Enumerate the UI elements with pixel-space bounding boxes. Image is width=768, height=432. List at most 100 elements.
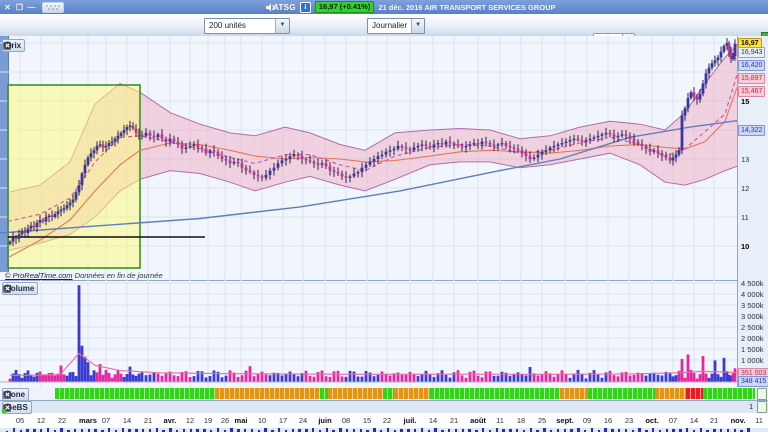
zone-segment-green: [430, 388, 560, 399]
collapsed-strip-tick: [591, 428, 593, 432]
info-icon[interactable]: i: [300, 2, 311, 13]
time-axis-day-label: 14: [123, 416, 131, 425]
collapsed-strip-tick: [421, 428, 423, 432]
collapsed-strip-tick: [47, 428, 49, 432]
zone-row-corner-icon[interactable]: [757, 388, 767, 400]
price-chart-canvas[interactable]: [0, 36, 737, 280]
window-title: 21 déc. 2016 AIR TRANSPORT SERVICES GROU…: [378, 3, 555, 12]
volume-grid: [0, 280, 737, 387]
collapsed-strip-tick: [326, 428, 328, 432]
collapsed-strip-tick: [13, 428, 15, 432]
application-window: ✕ ❐ — ▾ ATSG i 16,97 (+0.41%) 21 déc. 20…: [0, 0, 768, 432]
collapsed-strip-tick: [625, 429, 627, 432]
collapsed-strip-tick: [448, 429, 450, 432]
watermark-note: Données en fin de journée: [73, 271, 163, 280]
collapsed-strip-tick: [156, 428, 158, 432]
collapsed-strip-tick: [339, 428, 341, 432]
collapsed-strip-tick: [60, 428, 62, 432]
collapsed-strip-tick: [373, 428, 375, 432]
keyboard-icon[interactable]: [42, 2, 64, 13]
time-axis-day-label: 15: [363, 416, 371, 425]
zone-segment-orange: [560, 388, 588, 399]
zone-segment-orange: [328, 388, 383, 399]
collapsed-strip-tick: [713, 429, 715, 432]
collapsed-strip-tick: [700, 428, 702, 432]
collapsed-strip-tick: [516, 429, 518, 432]
collapsed-strip-tick: [74, 429, 76, 432]
time-axis-day-label: 18: [517, 416, 525, 425]
collapsed-strip-tick: [278, 428, 280, 432]
volume-tick-label: 2 500k: [741, 323, 764, 332]
time-axis-day-label: 14: [690, 416, 698, 425]
collapsed-strip-tick: [183, 429, 185, 432]
collapsed-strip-tick: [400, 429, 402, 432]
volume-axis-badge: 348 415: [738, 376, 768, 387]
timeframe-dropdown-arrow-icon[interactable]: ▼: [411, 19, 424, 33]
collapsed-strip-tick: [557, 429, 559, 432]
close-panel-icon[interactable]: [3, 284, 12, 293]
timeframe-dropdown-value: Journalier: [368, 19, 411, 33]
time-axis-day-label: 25: [538, 416, 546, 425]
time-axis-day-label: 26: [221, 416, 229, 425]
time-axis-day-label: 09: [583, 416, 591, 425]
time-axis-day-label: 23: [625, 416, 633, 425]
time-axis-month-label: oct.: [645, 416, 658, 425]
price-tick-label: 10: [741, 242, 749, 251]
time-axis-month-label: juil.: [404, 416, 417, 425]
volume-tick-label: 1 000k: [741, 356, 764, 365]
collapsed-strip-tick: [108, 428, 110, 432]
gebs-panel-header: GeBS: [2, 401, 32, 414]
price-axis-badge: 16,420: [738, 60, 765, 71]
price-panel-header: Prix: [2, 39, 25, 52]
zone-segment-green: [55, 388, 215, 399]
time-axis-day-label: 07: [102, 416, 110, 425]
price-axis-badge: 15,467: [738, 86, 765, 97]
price-axis-badge: 14,322: [738, 125, 765, 136]
time-axis-day-label: 19: [204, 416, 212, 425]
zone-segment-orange: [655, 388, 686, 399]
time-axis-day-label: 08: [342, 416, 350, 425]
gebs-row-corner-icon[interactable]: [757, 401, 767, 413]
volume-tick-label: 2 000k: [741, 334, 764, 343]
zone-segment-green: [588, 388, 655, 399]
time-axis-month-label: juin: [318, 416, 331, 425]
last-price-badge: 16,97 (+0.41%): [315, 1, 375, 13]
symbol-label: ATSG: [273, 3, 296, 12]
time-axis-month-label: août: [470, 416, 486, 425]
maximize-window-icon[interactable]: ❐: [15, 3, 24, 12]
chart-toolbar: 200 unités ▼ Journalier ▼ ▼: [0, 14, 768, 37]
collapsed-strip-tick: [251, 429, 253, 432]
price-axis-badge: 16,943: [738, 47, 765, 58]
units-dropdown-arrow-icon[interactable]: ▼: [275, 19, 289, 33]
watermark-link[interactable]: © ProRealTime.com: [5, 271, 73, 280]
time-axis-day-label: 11: [755, 416, 763, 425]
time-axis-day-label: 24: [299, 416, 307, 425]
collapsed-strip-tick: [312, 428, 314, 432]
timeframe-dropdown[interactable]: Journalier ▼: [367, 18, 425, 34]
collapsed-strip-tick: [747, 428, 749, 432]
zone-segment-green: [383, 388, 394, 399]
zone-segment-orange: [215, 388, 320, 399]
collapsed-strip-tick: [26, 429, 28, 432]
volume-chart-canvas[interactable]: [0, 280, 737, 387]
price-axis-badge: 15,897: [738, 73, 765, 84]
units-dropdown[interactable]: 200 unités ▼: [204, 18, 290, 34]
close-panel-icon[interactable]: [3, 390, 12, 399]
collapsed-strip-tick: [577, 428, 579, 432]
time-axis-day-label: 11: [496, 416, 504, 425]
collapsed-strip-tick: [264, 428, 266, 432]
time-axis-day-label: 17: [279, 416, 287, 425]
time-axis-day-label: 22: [58, 416, 66, 425]
collapsed-strip-tick: [543, 428, 545, 432]
zone-segment-orange: [394, 388, 430, 399]
close-window-icon[interactable]: ✕: [3, 3, 12, 12]
time-axis-day-label: 21: [710, 416, 718, 425]
collapsed-strip-tick: [468, 429, 470, 432]
time-axis-month-label: sept.: [556, 416, 574, 425]
speaker-icon[interactable]: [266, 3, 276, 12]
time-axis[interactable]: 051222mars071421avr.121926mai101724juin0…: [0, 413, 768, 429]
collapsed-strip-tick: [360, 429, 362, 432]
close-panel-icon[interactable]: [3, 41, 12, 50]
minimize-window-icon[interactable]: —: [27, 3, 36, 12]
time-axis-day-label: 12: [37, 416, 45, 425]
